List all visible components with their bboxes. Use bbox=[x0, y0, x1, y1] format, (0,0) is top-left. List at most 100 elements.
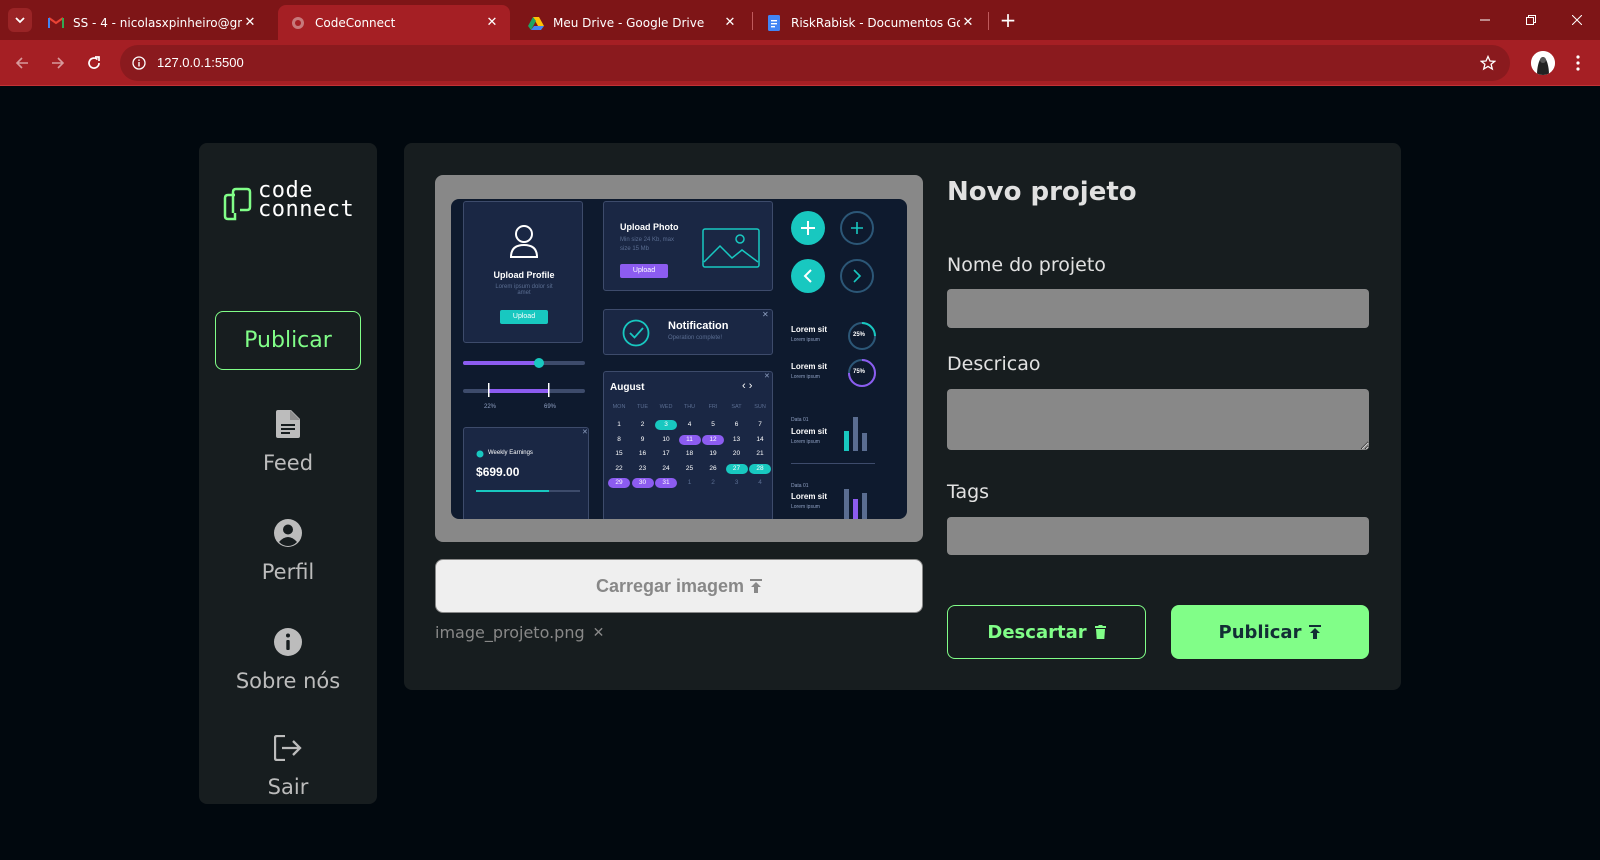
upload-icon bbox=[1309, 625, 1322, 639]
close-icon[interactable]: ✕ bbox=[484, 15, 500, 31]
mockup-text: Upload Photo bbox=[620, 222, 679, 232]
user-icon bbox=[509, 225, 539, 258]
sidebar-item-sair[interactable]: Sair bbox=[199, 733, 377, 813]
window-close-button[interactable] bbox=[1554, 0, 1600, 40]
sidebar-item-perfil[interactable]: Perfil bbox=[199, 518, 377, 598]
page-title: Novo projeto bbox=[947, 177, 1137, 207]
tab-title: RiskRabisk - Documentos Google bbox=[791, 15, 960, 30]
mockup-day: 3 bbox=[734, 479, 739, 486]
mockup-text: Weekly Earnings bbox=[488, 450, 533, 456]
mockup-day: 23 bbox=[638, 464, 647, 472]
mockup-day: 22 bbox=[615, 464, 623, 472]
close-icon[interactable]: ✕ bbox=[242, 15, 258, 31]
sidebar-item-feed[interactable]: Feed bbox=[199, 409, 377, 489]
mockup-day: 17 bbox=[662, 450, 670, 457]
mockup-text: Lorem sit bbox=[791, 362, 828, 371]
mockup-day: 12 bbox=[702, 434, 724, 445]
arrow-right-icon bbox=[52, 57, 65, 69]
google-drive-icon bbox=[528, 15, 544, 31]
mockup-text: Operation complete! bbox=[668, 335, 723, 341]
mockup-day: 3 bbox=[655, 420, 677, 430]
mockup-progress-fill bbox=[476, 490, 549, 492]
tab-google-docs[interactable]: RiskRabisk - Documentos Google ✕ bbox=[754, 5, 986, 40]
mockup-weekday: FRI bbox=[708, 404, 718, 410]
project-name-input[interactable] bbox=[947, 289, 1369, 328]
minimize-button[interactable] bbox=[1462, 0, 1508, 40]
restore-button[interactable] bbox=[1508, 0, 1554, 40]
mockup-text: Min size 24 Kb, max size 15 Mb bbox=[620, 237, 675, 252]
mockup-day: 1 bbox=[617, 421, 621, 428]
codeconnect-logo[interactable]: code connect bbox=[223, 180, 354, 223]
mockup-text: Data 01 bbox=[791, 417, 809, 423]
mockup-day: 18 bbox=[685, 450, 694, 457]
profile-avatar[interactable] bbox=[1531, 51, 1555, 75]
mockup-text: Lorem sit bbox=[791, 492, 828, 501]
mockup-day: 10 bbox=[662, 435, 670, 443]
sidebar-item-label: Perfil bbox=[261, 560, 315, 584]
project-image-preview: Upload Profile Lorem ipsum dolor sit ame… bbox=[435, 175, 923, 542]
bookmark-star-icon[interactable] bbox=[1478, 53, 1498, 73]
browser-menu-button[interactable] bbox=[1565, 50, 1591, 76]
mockup-calendar-card: August ‹ › ✕ MON TUE WED THU FRI SAT SUN 12345… bbox=[603, 371, 773, 519]
mockup-weekday: MON bbox=[612, 404, 626, 410]
new-tab-button[interactable]: + bbox=[996, 8, 1020, 32]
more-vertical-icon bbox=[1576, 55, 1580, 71]
publish-button[interactable]: Publicar bbox=[1171, 605, 1369, 659]
back-button[interactable] bbox=[8, 49, 36, 77]
mockup-text: $699.00 bbox=[476, 465, 520, 479]
mockup-day: 11 bbox=[678, 434, 701, 445]
mockup-weekday: TUE bbox=[637, 404, 648, 410]
mockup-text: 75% bbox=[853, 369, 866, 375]
address-bar[interactable]: 127.0.0.1:5500 bbox=[120, 45, 1510, 81]
mockup-weekday: THU bbox=[683, 404, 696, 410]
mockup-amount: 699.00 bbox=[482, 465, 520, 479]
sidebar-publish-button[interactable]: Publicar bbox=[215, 311, 361, 370]
discard-button[interactable]: Descartar bbox=[947, 605, 1146, 659]
mockup-divider bbox=[791, 463, 875, 464]
upload-image-label: Carregar imagem bbox=[595, 575, 745, 596]
mockup-weekday: SAT bbox=[731, 404, 742, 410]
tab-google-drive[interactable]: Meu Drive - Google Drive ✕ bbox=[516, 5, 748, 40]
mockup-day: 31 bbox=[655, 478, 677, 488]
tab-title: CodeConnect bbox=[315, 15, 396, 30]
site-info-icon[interactable] bbox=[128, 52, 150, 74]
sidebar: code connect Publicar Feed Perfil Sobre … bbox=[199, 143, 377, 804]
mockup-day: 28 bbox=[749, 463, 771, 474]
mockup-notification-card: Notification Operation complete! ✕ bbox=[603, 309, 773, 355]
mockup-round-buttons bbox=[791, 211, 874, 293]
mockup-day: 25 bbox=[685, 464, 694, 472]
mockup-day: 26 bbox=[709, 464, 717, 472]
description-textarea[interactable] bbox=[947, 389, 1369, 450]
forward-button[interactable] bbox=[44, 49, 72, 77]
publish-label: Publicar bbox=[1218, 621, 1302, 643]
mockup-day: 27 bbox=[725, 463, 748, 474]
mockup-day: 2 bbox=[711, 479, 715, 486]
reload-button[interactable] bbox=[80, 49, 108, 77]
chevron-down-icon bbox=[15, 17, 25, 24]
url-text[interactable]: 127.0.0.1:5500 bbox=[157, 55, 244, 70]
mockup-text: Lorem sit bbox=[791, 325, 828, 334]
mockup-weekday: SUN bbox=[754, 404, 766, 410]
tab-divider bbox=[988, 12, 989, 30]
tab-codeconnect[interactable]: CodeConnect ✕ bbox=[278, 5, 510, 40]
tags-input[interactable] bbox=[947, 517, 1369, 555]
reload-icon bbox=[88, 56, 100, 69]
sidebar-item-sobre-nos[interactable]: Sobre nós bbox=[199, 627, 377, 707]
mockup-mini-bars bbox=[844, 417, 867, 451]
remove-file-icon[interactable]: ✕ bbox=[593, 625, 605, 641]
tab-gmail[interactable]: SS - 4 - nicolasxpinheiro@gmail.com ✕ bbox=[36, 5, 268, 40]
tab-search-button[interactable] bbox=[8, 8, 32, 32]
chevron-left-right-icon: ‹ › bbox=[742, 380, 753, 392]
project-image: Upload Profile Lorem ipsum dolor sit ame… bbox=[451, 199, 907, 519]
close-icon[interactable]: ✕ bbox=[960, 15, 976, 31]
mockup-day: 16 bbox=[638, 450, 647, 457]
mockup-text: 69% bbox=[544, 404, 557, 410]
document-icon bbox=[273, 409, 303, 439]
upload-image-button[interactable]: Carregar imagem bbox=[435, 559, 923, 613]
gmail-icon bbox=[48, 15, 64, 31]
close-icon[interactable]: ✕ bbox=[722, 15, 738, 31]
mockup-text: Lorem ipsum bbox=[791, 374, 820, 380]
close-icon: ✕ bbox=[762, 310, 769, 319]
mockup-text: 25% bbox=[853, 332, 866, 338]
mockup-day: 15 bbox=[615, 450, 623, 457]
